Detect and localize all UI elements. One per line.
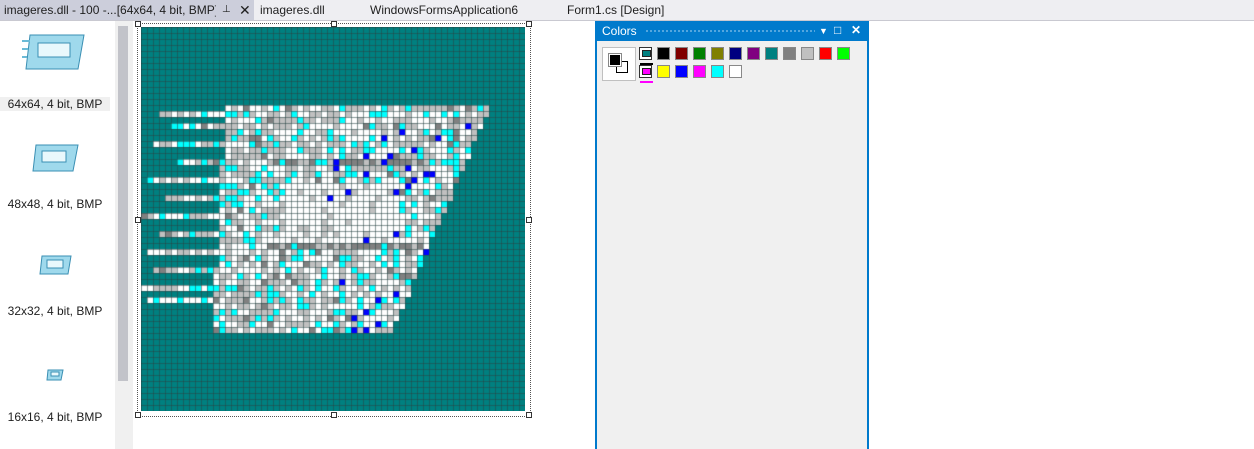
palette-swatch[interactable] — [783, 47, 796, 60]
pin-icon[interactable]: ⊥ — [222, 0, 231, 20]
inverse-color-swatch[interactable] — [639, 65, 653, 83]
colors-title: Colors — [602, 24, 637, 38]
palette-swatch[interactable] — [675, 47, 688, 60]
palette-swatch[interactable] — [819, 47, 832, 60]
icon-list-scrollbar[interactable] — [115, 21, 133, 449]
resize-handle[interactable] — [526, 21, 532, 27]
palette-swatch[interactable] — [711, 47, 724, 60]
document-tab-strip: imageres.dll - 100 -...[64x64, 4 bit, BM… — [0, 0, 1254, 21]
palette-swatch[interactable] — [765, 47, 778, 60]
palette-swatch[interactable] — [657, 65, 670, 78]
tab-label: imageres.dll - 100 -...[64x64, 4 bit, BM… — [4, 3, 216, 17]
close-icon[interactable]: ✕ — [239, 0, 251, 20]
icon-image-list: 64x64, 4 bit, BMP 48x48, 4 bit, BMP 32x3… — [0, 21, 115, 449]
maximize-icon[interactable]: □ — [834, 23, 841, 37]
scrollbar-thumb[interactable] — [118, 26, 128, 381]
icon-entry-48[interactable]: 48x48, 4 bit, BMP — [0, 139, 112, 219]
empty-workspace — [869, 21, 1254, 449]
color-indicator-bar — [640, 81, 653, 83]
palette-swatch[interactable] — [801, 47, 814, 60]
palette-swatch[interactable] — [729, 47, 742, 60]
palette-swatch[interactable] — [747, 47, 760, 60]
tab-imageres-dll[interactable]: imageres.dll — [260, 0, 325, 20]
monitor-icon — [642, 68, 651, 75]
icon-caption: 16x16, 4 bit, BMP — [7, 410, 103, 424]
resize-handle[interactable] — [135, 21, 141, 27]
screen-color-swatch[interactable] — [639, 47, 653, 65]
palette-swatch[interactable] — [675, 65, 688, 78]
resize-handle[interactable] — [331, 21, 337, 27]
icon-caption: 64x64, 4 bit, BMP — [0, 97, 110, 111]
foreground-background-selector[interactable] — [602, 47, 636, 81]
dropdown-icon[interactable]: ▼ — [819, 26, 828, 36]
palette-swatch[interactable] — [693, 65, 706, 78]
icon-thumbnail-32 — [39, 255, 72, 275]
monitor-icon — [642, 50, 651, 57]
icon-entry-16[interactable]: 16x16, 4 bit, BMP — [0, 359, 112, 439]
resize-handle[interactable] — [135, 217, 141, 223]
palette-swatch[interactable] — [657, 47, 670, 60]
image-editor-surface[interactable] — [133, 21, 595, 449]
icon-entry-64[interactable]: 64x64, 4 bit, BMP — [0, 29, 112, 111]
palette-swatch[interactable] — [711, 65, 724, 78]
resize-handle[interactable] — [526, 412, 532, 418]
icon-thumbnail-16 — [46, 369, 64, 381]
resize-handle[interactable] — [526, 217, 532, 223]
tab-form1-design[interactable]: Form1.cs [Design] — [567, 0, 664, 20]
colors-tool-window: Colors ▼ □ ✕ — [595, 21, 869, 449]
icon-thumbnail-64 — [22, 34, 85, 70]
pixel-grid-canvas[interactable] — [141, 27, 525, 411]
icon-caption: 32x32, 4 bit, BMP — [7, 304, 103, 318]
icon-caption: 48x48, 4 bit, BMP — [7, 197, 103, 211]
tab-imageres-icon-editor[interactable]: imageres.dll - 100 -...[64x64, 4 bit, BM… — [0, 0, 254, 20]
tab-windowsformsapplication6[interactable]: WindowsFormsApplication6 — [370, 0, 518, 20]
resize-handle[interactable] — [331, 412, 337, 418]
icon-thumbnail-48 — [32, 144, 79, 172]
foreground-color-swatch[interactable] — [608, 53, 622, 67]
resize-handle[interactable] — [135, 412, 141, 418]
close-icon[interactable]: ✕ — [851, 23, 861, 37]
palette-swatch[interactable] — [837, 47, 850, 60]
palette-swatch[interactable] — [693, 47, 706, 60]
title-grip — [645, 29, 815, 33]
colors-title-bar[interactable]: Colors ▼ □ ✕ — [597, 21, 867, 41]
palette-swatch[interactable] — [729, 65, 742, 78]
icon-entry-32[interactable]: 32x32, 4 bit, BMP — [0, 249, 112, 329]
